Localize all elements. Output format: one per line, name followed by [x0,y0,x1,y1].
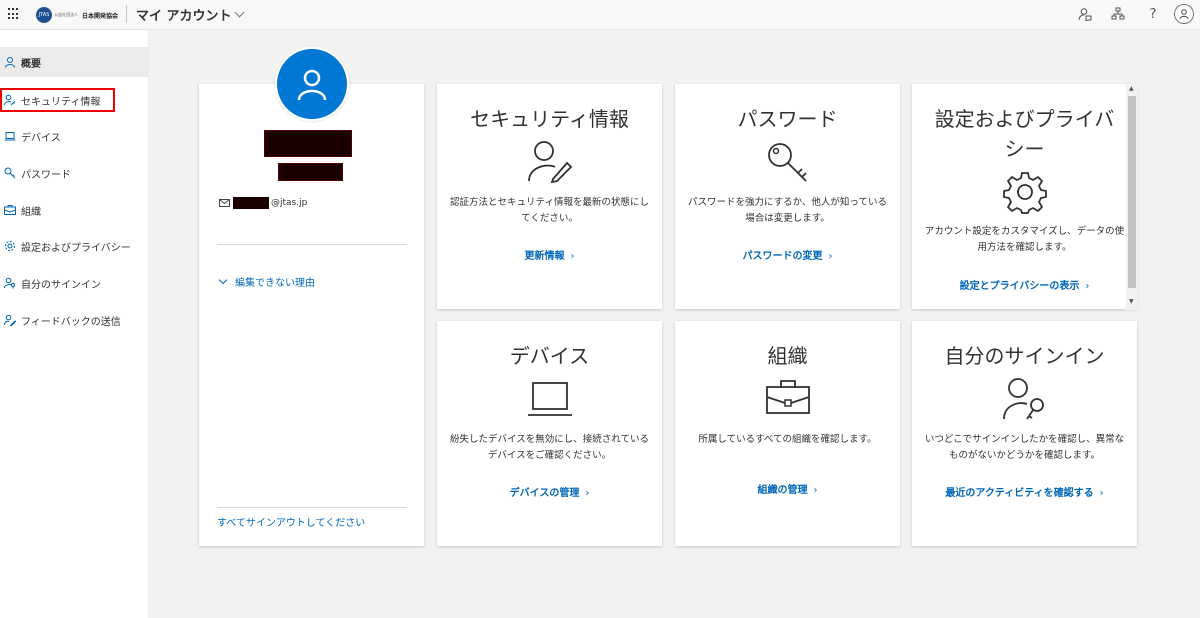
app-title: マイ アカウント [136,9,232,24]
manage-organizations-link[interactable]: 組織の管理 › [675,481,900,496]
sidebar-item-label: パスワード [21,169,71,181]
sidebar-nav: 概要 セキュリティ情報 デバイス パスワード 組織 設定およびプライバシー 自分… [0,30,149,618]
tile-description: いつどこでサインインしたかを確認し、異常なものがないかどうかを確認します。 [924,434,1125,461]
laptop-icon [4,132,16,141]
briefcase-icon [4,205,16,215]
chevron-right-icon: › [1099,488,1104,499]
update-info-link[interactable]: 更新情報 › [437,247,662,262]
header-divider [126,5,127,23]
sidebar-item-label: デバイス [21,132,61,144]
sidebar-item-devices[interactable]: デバイス [0,121,149,151]
chevron-down-icon [218,275,228,284]
view-settings-privacy-link[interactable]: 設定とプライバシーの表示 › [912,277,1137,292]
sidebar-item-organizations[interactable]: 組織 [0,195,149,225]
chevron-right-icon: › [828,251,833,262]
review-recent-activity-link[interactable]: 最近のアクティビティを確認する › [912,484,1137,499]
sign-out-everywhere-link[interactable]: すべてサインアウトしてください [217,514,365,529]
briefcase-icon [765,379,811,419]
link-label: 組織の管理 [757,485,808,496]
profile-avatar [275,47,349,121]
scroll-down-icon[interactable]: ▼ [1129,298,1134,305]
profile-divider [217,244,407,245]
scroll-up-icon[interactable]: ▲ [1129,85,1134,92]
chevron-right-icon: › [1085,281,1090,292]
logo-text: 日本開発協会 [82,12,119,20]
gear-icon [5,241,15,251]
chevron-right-icon: › [570,251,575,262]
link-label: 更新情報 [524,251,565,262]
link-label: 設定とプライバシーの表示 [959,281,1080,292]
person-key-icon [4,277,15,289]
security-info-tile: セキュリティ情報 認証方法とセキュリティ情報を最新の状態にしてください。 更新情… [437,84,662,309]
why-cant-edit-label: 編集できない理由 [235,278,315,289]
email-domain: @jtas.jp [271,198,308,208]
tile-title: 自分のサインイン [944,344,1105,368]
gear-icon [1002,170,1047,218]
tile-description: 所属しているすべての組織を確認します。 [698,434,877,445]
tile-description: アカウント設定をカスタマイズし、データの使用方法を確認します。 [924,226,1125,253]
laptop-icon [527,381,573,423]
feedback-icon[interactable] [1077,6,1093,22]
sidebar-item-label: 設定およびプライバシー [21,242,131,254]
person-icon [5,57,15,68]
settings-tile-scrollbar[interactable]: ▲ ▼ [1126,84,1138,310]
manage-devices-link[interactable]: デバイスの管理 › [437,484,662,499]
feedback-icon [4,314,16,326]
app-title-dropdown[interactable]: マイ アカウント [136,5,244,24]
sidebar-item-password[interactable]: パスワード [0,158,149,188]
scroll-thumb[interactable] [1128,96,1136,288]
account-avatar-button[interactable] [1174,4,1194,24]
tile-title: セキュリティ情報 [470,107,629,131]
sidebar-item-label: フィードバックの送信 [21,316,121,328]
why-cant-edit-toggle[interactable]: 編集できない理由 [218,274,315,289]
logo-emblem: JTAS [36,7,52,23]
tile-description: 紛失したデバイスを無効にし、接続されているデバイスをご確認ください。 [450,434,649,461]
redacted-email-user [233,197,269,209]
link-label: デバイスの管理 [509,488,580,499]
logo-subtitle: 公益社団法人 [54,12,78,17]
tile-description: 認証方法とセキュリティ情報を最新の状態にしてください。 [450,197,649,224]
sidebar-item-label: 概要 [21,58,41,70]
person-edit-icon [527,139,573,187]
tile-description: パスワードを強力にするか、他人が知っている場合は変更します。 [688,197,887,224]
app-launcher-icon[interactable] [8,8,20,20]
organization-chart-icon[interactable] [1110,6,1126,22]
sidebar-item-send-feedback[interactable]: フィードバックの送信 [0,305,149,335]
key-icon [4,167,16,179]
person-key-icon [1002,377,1047,425]
devices-tile: デバイス 紛失したデバイスを無効にし、接続されているデバイスをご確認ください。 … [437,321,662,546]
chevron-right-icon: › [585,488,590,499]
link-label: パスワードの変更 [742,251,823,262]
sidebar-item-label: 組織 [21,206,41,218]
organization-logo[interactable]: JTAS 公益社団法人 日本開発協会 [36,7,118,23]
chevron-right-icon: › [813,485,818,496]
key-icon [766,141,810,189]
redacted-name [264,130,352,157]
top-bar: JTAS 公益社団法人 日本開発協会 マイ アカウント ? [0,0,1200,30]
sidebar-item-settings-privacy[interactable]: 設定およびプライバシー [0,231,149,261]
email-row: @jtas.jp [219,197,307,209]
my-sign-ins-tile: 自分のサインイン いつどこでサインインしたかを確認し、異常なものがないかどうかを… [912,321,1137,546]
highlight-annotation [0,88,115,112]
link-label: 最近のアクティビティを確認する [945,488,1094,499]
sidebar-item-my-sign-ins[interactable]: 自分のサインイン [0,268,149,298]
tile-title-line1: 設定およびプライバ [934,107,1115,131]
organizations-tile: 組織 所属しているすべての組織を確認します。 組織の管理 › [675,321,900,546]
redacted-username [278,163,343,181]
signout-divider [217,507,407,508]
sidebar-item-label: 自分のサインイン [21,279,101,291]
person-icon [297,69,327,101]
mail-icon [219,199,230,207]
help-icon[interactable]: ? [1145,6,1161,22]
tile-title: デバイス [509,344,590,368]
settings-privacy-tile: 設定およびプライバ シー アカウント設定をカスタマイズし、データの使用方法を確認… [912,84,1137,309]
sidebar-item-overview[interactable]: 概要 [0,47,149,77]
tile-title: 組織 [767,344,808,368]
change-password-link[interactable]: パスワードの変更 › [675,247,900,262]
password-tile: パスワード パスワードを強力にするか、他人が知っている場合は変更します。 パスワ… [675,84,900,309]
tile-title-line2: シー [1004,137,1045,161]
chevron-down-icon [234,7,244,18]
tile-title: パスワード [737,107,838,131]
